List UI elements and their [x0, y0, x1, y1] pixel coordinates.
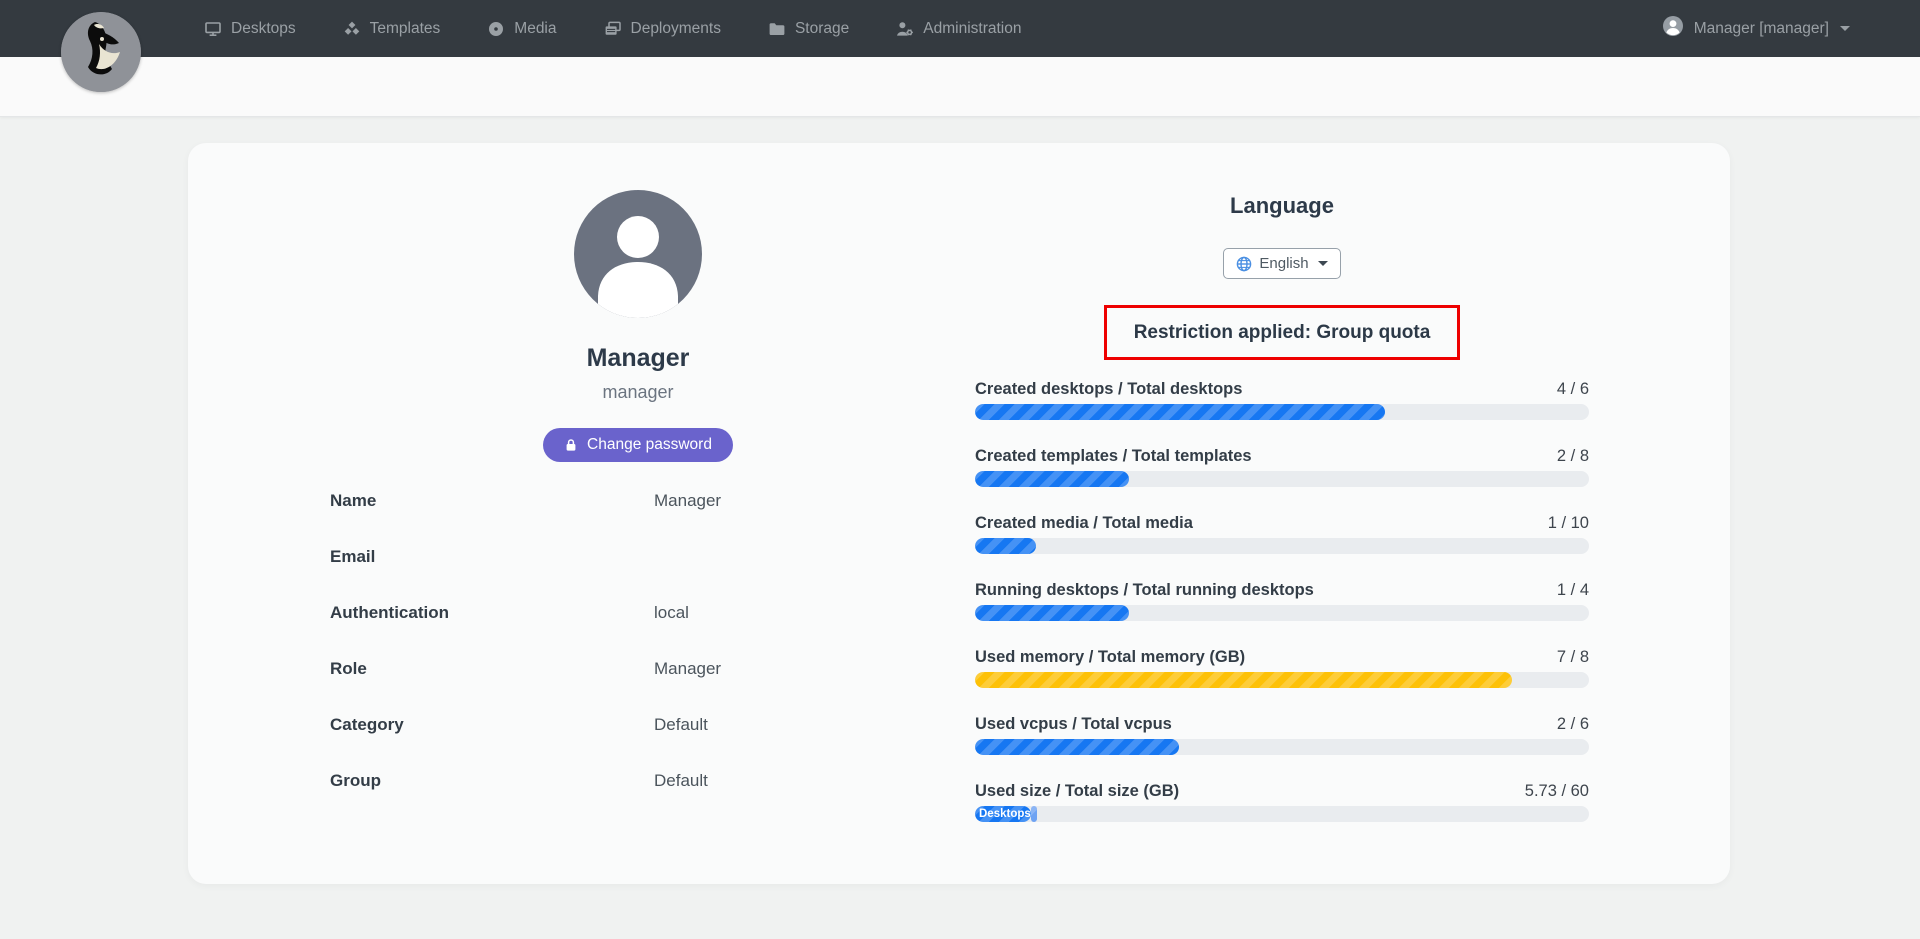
quota-row: Running desktops / Total running desktop…: [975, 580, 1589, 621]
nav-item-deployments[interactable]: Deployments: [604, 20, 721, 38]
nav-item-label: Administration: [923, 20, 1021, 38]
field-row: NameManager: [248, 491, 1028, 547]
field-value: Default: [654, 715, 708, 735]
duck-logo-icon: [61, 12, 141, 92]
quota-progress-track: [975, 672, 1589, 688]
quota-row: Created templates / Total templates 2 / 8: [975, 446, 1589, 487]
quota-progress-fill: [975, 471, 1129, 487]
isard-logo[interactable]: [61, 12, 141, 92]
quota-value: 1 / 4: [1557, 580, 1589, 600]
field-value: local: [654, 603, 689, 623]
quota-progress-fill: [1031, 806, 1037, 822]
quota-label: Used vcpus / Total vcpus: [975, 714, 1172, 734]
quota-label: Created desktops / Total desktops: [975, 379, 1242, 399]
person-icon: [574, 190, 702, 318]
quota-segment-label: Desktops: [975, 806, 1031, 822]
top-navbar: Desktops Templates Media Deployments Storage…: [0, 0, 1920, 57]
field-label: Name: [330, 491, 654, 511]
globe-icon: [1236, 256, 1252, 272]
quota-value: 5.73 / 60: [1525, 781, 1589, 801]
field-row: RoleManager: [248, 659, 1028, 715]
profile-username: manager: [248, 382, 1028, 403]
language-title: Language: [1230, 192, 1334, 219]
folder-icon: [768, 20, 786, 38]
quota-progress-track: [975, 404, 1589, 420]
quota-progress-track: Desktops: [975, 806, 1589, 822]
layers-icon: [604, 20, 622, 38]
nav-item-label: Desktops: [231, 20, 296, 38]
quota-value: 2 / 6: [1557, 714, 1589, 734]
restriction-banner: Restriction applied: Group quota: [1104, 305, 1460, 360]
nav-item-administration[interactable]: Administration: [896, 20, 1021, 38]
subheader-strip: [0, 57, 1920, 117]
field-row: Email: [248, 547, 1028, 603]
chevron-down-icon: [1840, 26, 1850, 31]
user-circle-icon: [1661, 14, 1685, 43]
nav-item-media[interactable]: Media: [487, 20, 556, 38]
quota-progress-track: [975, 538, 1589, 554]
quota-row: Used memory / Total memory (GB) 7 / 8: [975, 647, 1589, 688]
field-value: Default: [654, 771, 708, 791]
profile-fields: NameManagerEmailAuthenticationlocalRoleM…: [248, 491, 1028, 827]
quota-label: Created templates / Total templates: [975, 446, 1252, 466]
quota-label: Used size / Total size (GB): [975, 781, 1179, 801]
nav-item-templates[interactable]: Templates: [343, 20, 441, 38]
quota-label: Running desktops / Total running desktop…: [975, 580, 1314, 600]
nav-item-desktops[interactable]: Desktops: [204, 20, 296, 38]
language-selected: English: [1259, 255, 1308, 272]
change-password-button[interactable]: Change password: [543, 428, 733, 462]
user-gear-icon: [896, 20, 914, 38]
quota-progress-fill: [975, 672, 1512, 688]
quota-value: 4 / 6: [1557, 379, 1589, 399]
quota-progress-fill: [975, 404, 1385, 420]
nav-item-storage[interactable]: Storage: [768, 20, 849, 38]
quota-row: Created desktops / Total desktops 4 / 6: [975, 379, 1589, 420]
settings-column: Language English Restriction applied: Gr…: [975, 192, 1589, 848]
quota-value: 2 / 8: [1557, 446, 1589, 466]
quota-row: Created media / Total media 1 / 10: [975, 513, 1589, 554]
quota-progress-fill: [975, 739, 1179, 755]
field-label: Authentication: [330, 603, 654, 623]
user-menu-label: Manager [manager]: [1694, 20, 1829, 38]
nav-item-label: Media: [514, 20, 556, 38]
nav-item-label: Templates: [370, 20, 441, 38]
field-label: Category: [330, 715, 654, 735]
profile-card: Manager manager Change password NameMana…: [188, 143, 1730, 884]
quota-progress-fill: Desktops: [975, 806, 1031, 822]
field-row: CategoryDefault: [248, 715, 1028, 771]
lock-icon: [564, 438, 578, 452]
field-label: Role: [330, 659, 654, 679]
quota-label: Used memory / Total memory (GB): [975, 647, 1245, 667]
quota-value: 7 / 8: [1557, 647, 1589, 667]
field-row: Authenticationlocal: [248, 603, 1028, 659]
field-label: Email: [330, 547, 654, 567]
field-row: GroupDefault: [248, 771, 1028, 827]
nav-items: Desktops Templates Media Deployments Storage…: [204, 20, 1021, 38]
user-menu[interactable]: Manager [manager]: [1661, 0, 1850, 57]
field-value: Manager: [654, 491, 721, 511]
field-label: Group: [330, 771, 654, 791]
quota-label: Created media / Total media: [975, 513, 1193, 533]
quota-progress-fill: [975, 605, 1129, 621]
profile-summary: Manager manager Change password NameMana…: [248, 190, 1028, 827]
quota-progress-fill: [975, 538, 1036, 554]
change-password-label: Change password: [587, 436, 712, 454]
quota-list: Created desktops / Total desktops4 / 6Cr…: [975, 379, 1589, 848]
language-dropdown[interactable]: English: [1223, 248, 1340, 279]
quota-progress-track: [975, 471, 1589, 487]
cubes-icon: [343, 20, 361, 38]
quota-progress-track: [975, 605, 1589, 621]
nav-item-label: Storage: [795, 20, 849, 38]
chevron-down-icon: [1318, 261, 1328, 266]
disc-icon: [487, 20, 505, 38]
quota-progress-track: [975, 739, 1589, 755]
quota-row: Used vcpus / Total vcpus 2 / 6: [975, 714, 1589, 755]
nav-item-label: Deployments: [631, 20, 721, 38]
avatar: [574, 190, 702, 318]
quota-row: Used size / Total size (GB) 5.73 / 60 Desk…: [975, 781, 1589, 822]
desktop-icon: [204, 20, 222, 38]
quota-value: 1 / 10: [1548, 513, 1589, 533]
profile-display-name: Manager: [248, 344, 1028, 373]
field-value: Manager: [654, 659, 721, 679]
